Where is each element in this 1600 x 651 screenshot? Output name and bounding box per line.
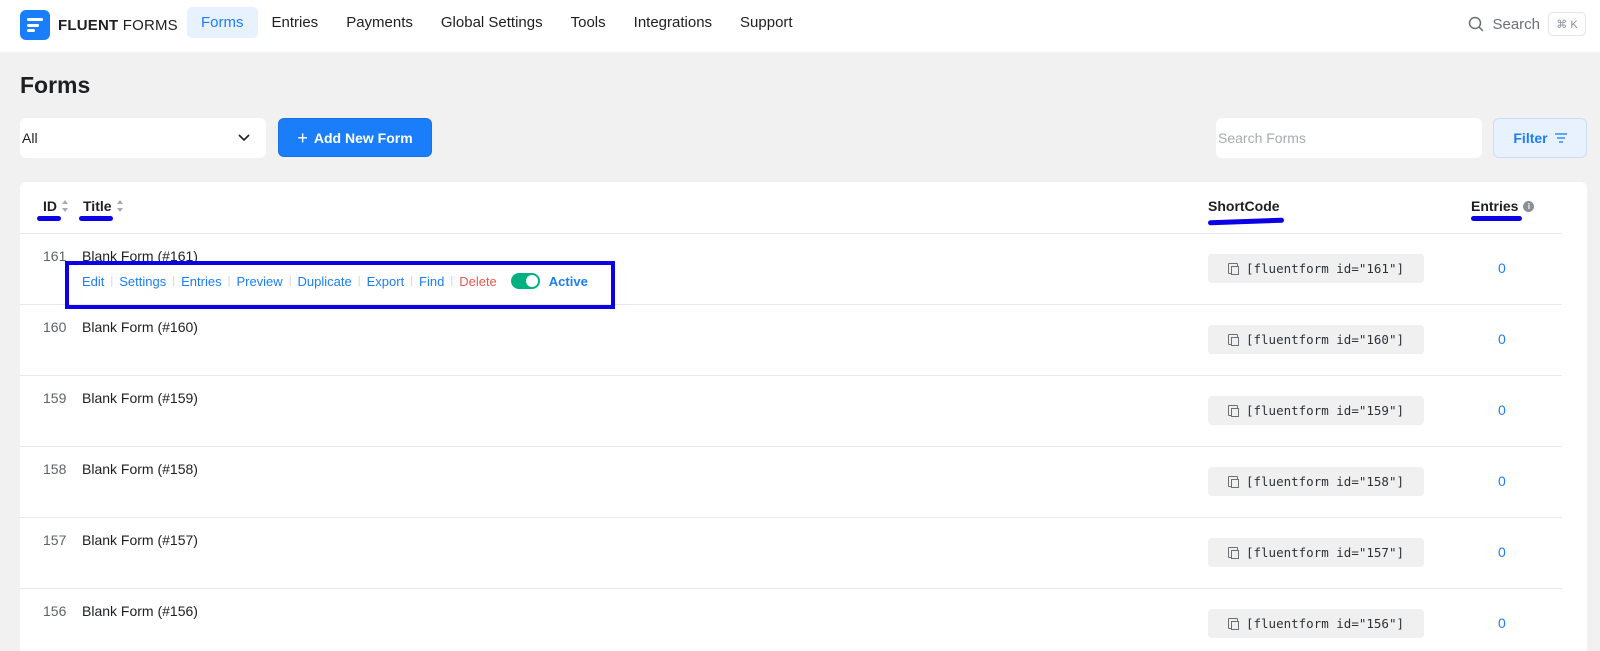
shortcode-copy-button[interactable]: [fluentform id="156"] (1208, 609, 1424, 638)
form-id: 159 (43, 390, 67, 406)
search-forms-placeholder: Search Forms (1218, 130, 1306, 146)
nav-item-payments[interactable]: Payments (332, 7, 427, 38)
fluent-forms-logo-icon (20, 10, 50, 40)
entries-count-link[interactable]: 0 (1498, 544, 1506, 560)
fluent-forms-logo[interactable]: FLUENT FORMS (20, 10, 178, 40)
column-header-title[interactable]: Title (83, 198, 124, 214)
column-header-title-label: Title (83, 198, 112, 214)
copy-icon (1227, 476, 1239, 488)
table-row[interactable]: 157 Blank Form (#157) [fluentform id="15… (20, 517, 1562, 588)
nav-item-forms[interactable]: Forms (187, 7, 258, 38)
entries-count-link[interactable]: 0 (1498, 473, 1506, 489)
entries-count-link[interactable]: 0 (1498, 331, 1506, 347)
keyboard-shortcut-badge: ⌘ K (1548, 12, 1586, 36)
copy-icon (1227, 405, 1239, 417)
chevron-down-icon (238, 134, 250, 142)
annotation-underline (37, 216, 61, 221)
main-nav: Forms Entries Payments Global Settings T… (187, 7, 807, 38)
sort-icon (116, 200, 124, 212)
search-forms-input[interactable]: Search Forms (1216, 118, 1482, 158)
page-title: Forms (20, 72, 91, 98)
nav-item-global-settings[interactable]: Global Settings (427, 7, 557, 38)
shortcode-text: [fluentform id="159"] (1245, 403, 1405, 418)
filter-icon (1554, 133, 1567, 143)
search-icon (1469, 16, 1484, 32)
top-navigation-bar: FLUENT FORMS Forms Entries Payments Glob… (0, 0, 1600, 52)
column-header-entries: Entries i (1471, 198, 1535, 214)
column-header-id-label: ID (43, 198, 57, 214)
table-row[interactable]: 160 Blank Form (#160) [fluentform id="16… (20, 304, 1562, 375)
filter-button-label: Filter (1513, 130, 1548, 146)
shortcode-copy-button[interactable]: [fluentform id="158"] (1208, 467, 1424, 496)
brand-name: FLUENT FORMS (58, 16, 178, 34)
nav-item-integrations[interactable]: Integrations (620, 7, 726, 38)
copy-icon (1227, 547, 1239, 559)
global-search[interactable]: Search ⌘ K (1468, 12, 1586, 36)
form-status-select[interactable]: All (20, 118, 266, 158)
shortcode-copy-button[interactable]: [fluentform id="161"] (1208, 254, 1424, 283)
entries-count-link[interactable]: 0 (1498, 402, 1506, 418)
shortcode-text: [fluentform id="158"] (1245, 474, 1405, 489)
plus-icon: + (297, 127, 308, 148)
copy-icon (1227, 334, 1239, 346)
annotation-underline (79, 216, 113, 221)
filter-button[interactable]: Filter (1493, 118, 1587, 158)
shortcode-text: [fluentform id="161"] (1245, 261, 1405, 276)
form-title[interactable]: Blank Form (#156) (82, 603, 198, 619)
form-title[interactable]: Blank Form (#157) (82, 532, 198, 548)
add-new-form-button[interactable]: + Add New Form (278, 118, 432, 157)
column-header-shortcode: ShortCode (1208, 198, 1280, 214)
column-header-entries-label: Entries (1471, 198, 1519, 214)
form-title[interactable]: Blank Form (#160) (82, 319, 198, 335)
shortcode-copy-button[interactable]: [fluentform id="157"] (1208, 538, 1424, 567)
shortcode-copy-button[interactable]: [fluentform id="160"] (1208, 325, 1424, 354)
shortcode-text: [fluentform id="157"] (1245, 545, 1405, 560)
column-header-shortcode-label: ShortCode (1208, 198, 1280, 214)
entries-count-link[interactable]: 0 (1498, 615, 1506, 631)
shortcode-text: [fluentform id="160"] (1245, 332, 1405, 347)
form-id: 156 (43, 603, 67, 619)
table-row[interactable]: 156 Blank Form (#156) [fluentform id="15… (20, 588, 1562, 651)
shortcode-text: [fluentform id="156"] (1245, 616, 1405, 631)
column-header-id[interactable]: ID (43, 198, 69, 214)
form-title[interactable]: Blank Form (#159) (82, 390, 198, 406)
info-icon[interactable]: i (1523, 200, 1535, 212)
copy-icon (1227, 618, 1239, 630)
form-title[interactable]: Blank Form (#158) (82, 461, 198, 477)
form-id: 158 (43, 461, 67, 477)
form-status-select-value: All (22, 130, 38, 146)
annotation-underline (1471, 216, 1522, 221)
annotation-highlight-box (65, 261, 615, 309)
entries-count-link[interactable]: 0 (1498, 260, 1506, 276)
copy-icon (1227, 263, 1239, 275)
nav-item-entries[interactable]: Entries (258, 7, 333, 38)
sort-icon (62, 200, 69, 212)
form-id: 157 (43, 532, 67, 548)
add-new-form-label: Add New Form (313, 129, 413, 146)
form-id: 161 (43, 248, 67, 264)
table-row[interactable]: 158 Blank Form (#158) [fluentform id="15… (20, 446, 1562, 517)
nav-item-support[interactable]: Support (726, 7, 807, 38)
form-id: 160 (43, 319, 67, 335)
shortcode-copy-button[interactable]: [fluentform id="159"] (1208, 396, 1424, 425)
table-row[interactable]: 159 Blank Form (#159) [fluentform id="15… (20, 375, 1562, 446)
global-search-label: Search (1492, 15, 1540, 33)
nav-item-tools[interactable]: Tools (557, 7, 620, 38)
